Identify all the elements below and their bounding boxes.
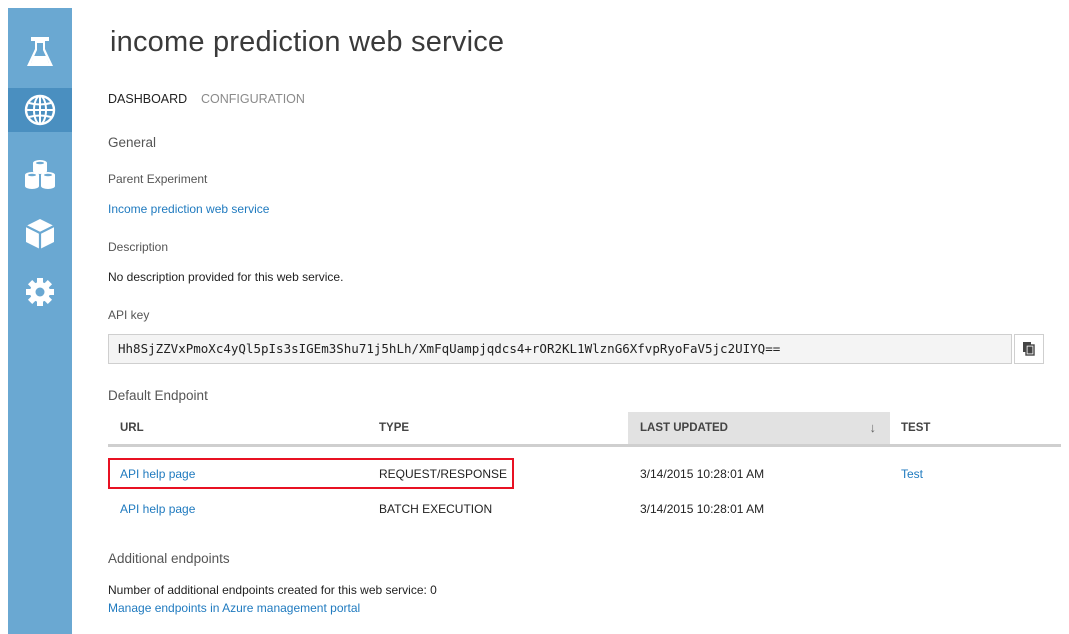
row2-api-help-page-link[interactable]: API help page <box>120 502 195 516</box>
main-content: income prediction web service DASHBOARD … <box>108 0 1069 634</box>
column-header-type[interactable]: TYPE <box>379 412 629 444</box>
sidebar-item-web-services[interactable] <box>8 88 72 132</box>
row2-last-updated: 3/14/2015 10:28:01 AM <box>640 502 765 516</box>
endpoint-table-header: URL TYPE LAST UPDATED ↓ TEST <box>108 412 1061 447</box>
sidebar-item-experiments[interactable] <box>8 30 72 74</box>
description-value: No description provided for this web ser… <box>108 270 344 284</box>
description-label: Description <box>108 240 169 254</box>
sort-descending-icon: ↓ <box>869 420 877 435</box>
copy-icon <box>1023 342 1035 356</box>
manage-endpoints-link[interactable]: Manage endpoints in Azure management por… <box>108 601 360 615</box>
api-key-field[interactable]: Hh8SjZZVxPmoXc4yQl5pIs3sIGEm3Shu71j5hLh/… <box>108 334 1012 364</box>
flask-icon <box>27 37 53 66</box>
parent-experiment-label: Parent Experiment <box>108 172 208 186</box>
globe-icon <box>24 94 56 126</box>
tab-dashboard[interactable]: DASHBOARD <box>108 92 187 106</box>
sidebar-item-trained-models[interactable] <box>8 212 72 256</box>
row1-test-link[interactable]: Test <box>901 467 923 481</box>
additional-endpoints-heading: Additional endpoints <box>108 551 230 566</box>
additional-endpoints-count: Number of additional endpoints created f… <box>108 583 437 597</box>
row2-type: BATCH EXECUTION <box>379 502 493 516</box>
api-key-label: API key <box>108 308 150 322</box>
sidebar-item-settings[interactable] <box>8 270 72 314</box>
default-endpoint-heading: Default Endpoint <box>108 388 208 403</box>
parent-experiment-link[interactable]: Income prediction web service <box>108 202 269 216</box>
column-header-last-updated-label: LAST UPDATED <box>640 422 728 434</box>
cube-icon <box>25 219 55 249</box>
column-header-url[interactable]: URL <box>120 412 370 444</box>
general-heading: General <box>108 135 157 150</box>
column-header-test[interactable]: TEST <box>901 412 1021 444</box>
column-header-last-updated[interactable]: LAST UPDATED ↓ <box>628 412 890 444</box>
row1-last-updated: 3/14/2015 10:28:01 AM <box>640 467 765 481</box>
tab-configuration[interactable]: CONFIGURATION <box>201 92 305 106</box>
copy-api-key-button[interactable] <box>1014 334 1044 364</box>
datasets-icon <box>25 160 55 189</box>
left-navigation-sidebar <box>8 8 72 634</box>
page-title: income prediction web service <box>110 26 505 58</box>
gear-icon <box>26 278 54 306</box>
sidebar-item-datasets[interactable] <box>8 152 72 196</box>
highlight-annotation-box <box>108 458 514 489</box>
